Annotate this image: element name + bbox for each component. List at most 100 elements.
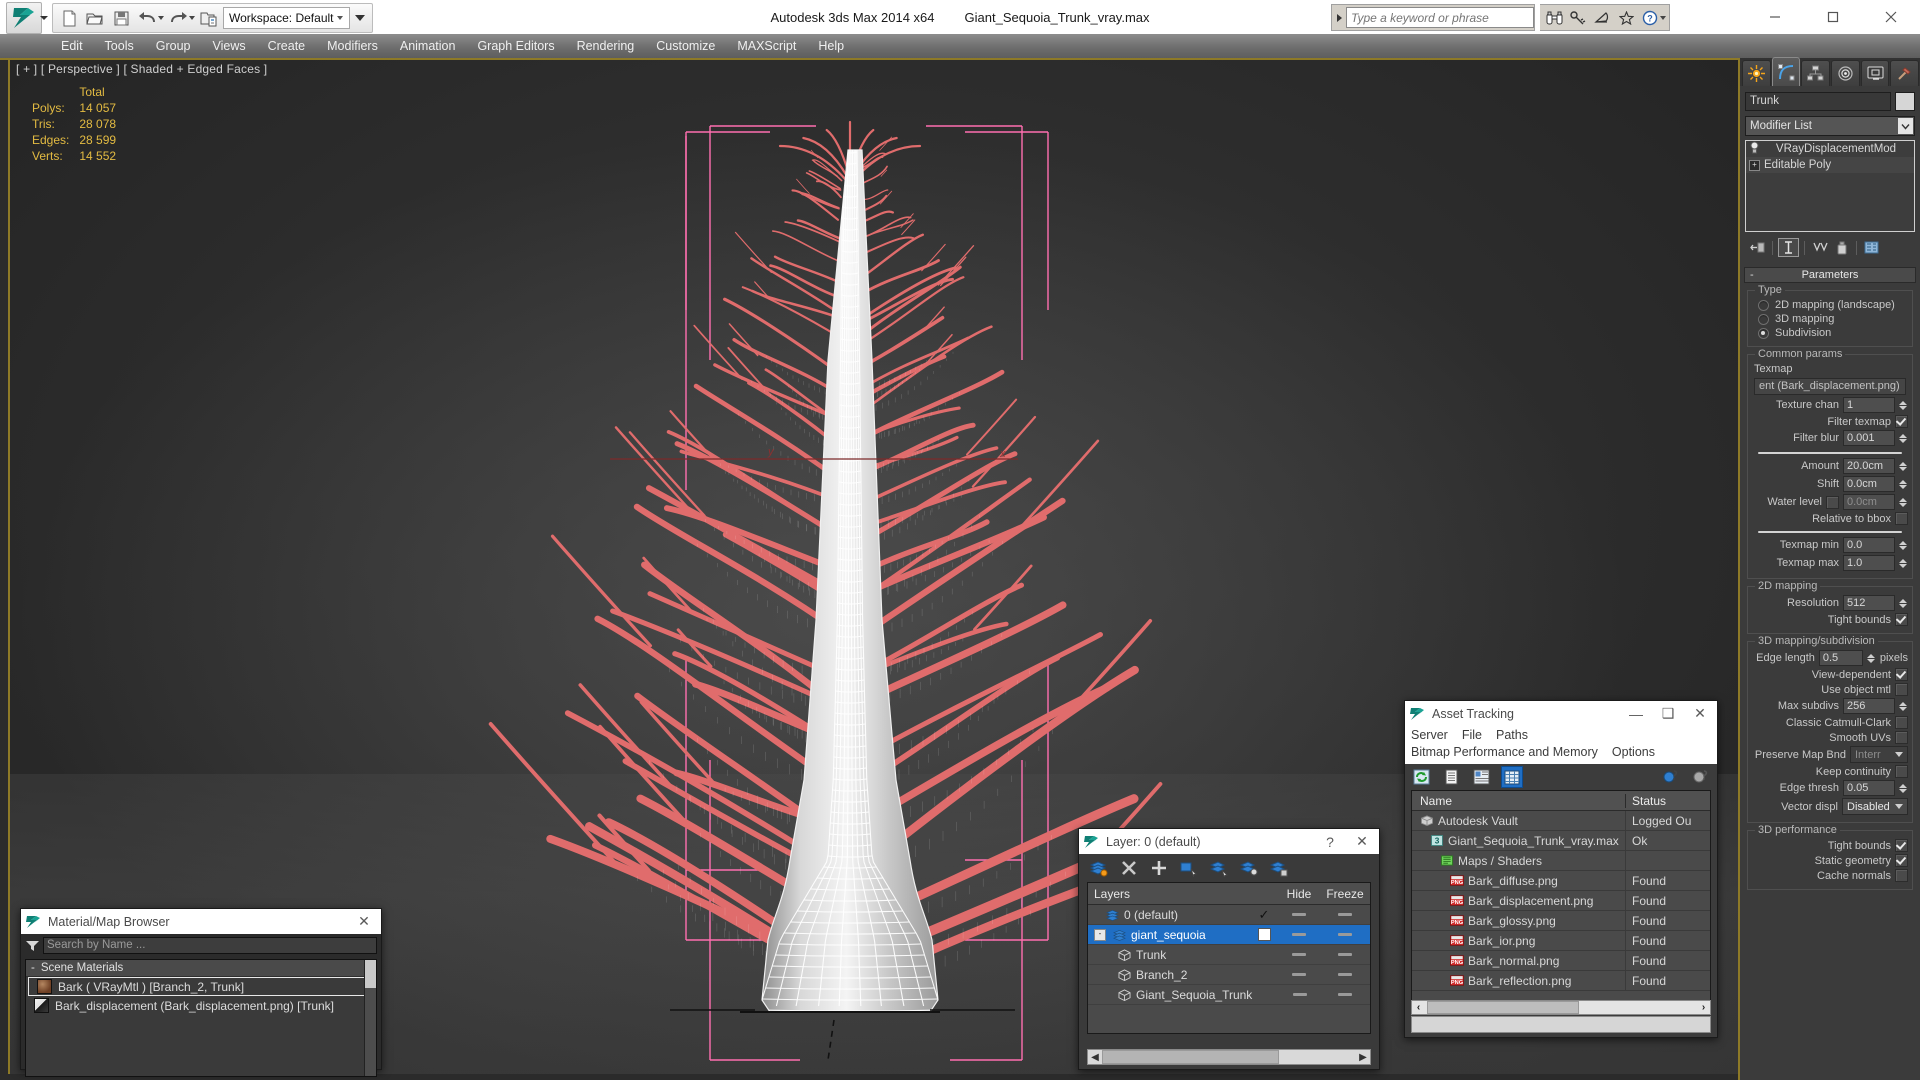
menu-item-tools[interactable]: Tools [94, 34, 145, 58]
rollout-collapse-icon[interactable]: - [1750, 269, 1754, 281]
catmull-clark-checkbox[interactable] [1895, 716, 1908, 729]
asset-row[interactable]: PNG Bark_normal.png Found [1412, 951, 1710, 971]
project-folder-button[interactable] [197, 6, 221, 30]
parameters-rollout-header[interactable]: - Parameters [1744, 267, 1916, 283]
add-asset-help-button[interactable] [1661, 767, 1681, 787]
undo-button[interactable] [135, 6, 159, 30]
layer-freeze-toggle[interactable] [1338, 993, 1353, 996]
cache-normals-checkbox[interactable] [1895, 869, 1908, 882]
modify-tab[interactable] [1771, 57, 1801, 86]
vector-displ-select[interactable]: Disabled [1842, 798, 1908, 815]
modifier-stack[interactable]: VRayDisplacementMod + Editable Poly [1745, 140, 1915, 232]
water-level-field[interactable]: 0.0cm [1843, 494, 1895, 510]
asset-menu-bitmap-performance-and-memory[interactable]: Bitmap Performance and Memory [1411, 744, 1598, 761]
add-to-layer-button[interactable] [1149, 858, 1169, 878]
display-tab[interactable] [1860, 60, 1890, 86]
smooth-uvs-checkbox[interactable] [1895, 731, 1908, 744]
layer-expander-icon[interactable]: - [1094, 928, 1106, 941]
material-list-scrollbar[interactable] [364, 960, 376, 1076]
menu-item-maxscript[interactable]: MAXScript [726, 34, 807, 58]
menu-item-create[interactable]: Create [257, 34, 317, 58]
layer-row[interactable]: 0 (default) ✓ [1088, 905, 1370, 925]
search-input[interactable] [1346, 7, 1534, 28]
static-geometry-checkbox[interactable] [1895, 854, 1908, 867]
stack-item-vraydisplacement[interactable]: VRayDisplacementMod [1746, 141, 1914, 157]
layer-active-box-icon[interactable] [1257, 928, 1271, 941]
texmap-min-field[interactable]: 0.0 [1843, 537, 1895, 553]
layer-active-check-icon[interactable]: ✓ [1259, 907, 1270, 923]
motion-tab[interactable] [1831, 60, 1860, 86]
asset-row[interactable]: PNG Bark_glossy.png Found [1412, 911, 1710, 931]
menu-item-modifiers[interactable]: Modifiers [316, 34, 389, 58]
scene-materials-group-header[interactable]: - Scene Materials [26, 960, 376, 977]
texmap-max-spinner[interactable] [1899, 556, 1908, 570]
asset-scroll-left-icon[interactable]: ‹ [1412, 1002, 1425, 1013]
filter-blur-field[interactable]: 0.001 [1843, 430, 1895, 446]
texmap-max-field[interactable]: 1.0 [1843, 555, 1895, 571]
asset-row[interactable]: PNG Bark_reflection.png Found [1412, 971, 1710, 991]
remove-modifier-button[interactable] [1832, 239, 1851, 256]
close-button[interactable] [1862, 0, 1920, 34]
menu-item-edit[interactable]: Edit [50, 34, 94, 58]
menu-item-graph-editors[interactable]: Graph Editors [466, 34, 565, 58]
menu-item-animation[interactable]: Animation [389, 34, 467, 58]
layer-horizontal-scrollbar[interactable]: ◀ ▶ [1087, 1049, 1371, 1065]
new-file-button[interactable] [57, 6, 81, 30]
redo-dropdown-icon[interactable] [189, 16, 195, 20]
texture-channel-spinner[interactable] [1899, 398, 1908, 412]
asset-tracking-dialog[interactable]: Asset Tracking — ❑ ✕ Server File Paths Bit… [1404, 700, 1718, 1038]
hierarchy-tab[interactable] [1801, 60, 1831, 86]
material-list-scroll-thumb[interactable] [365, 960, 376, 988]
water-level-checkbox[interactable] [1826, 495, 1839, 509]
lightbulb-icon[interactable] [1749, 141, 1760, 157]
layer-freeze-toggle[interactable] [1338, 953, 1352, 956]
asset-scroll-thumb[interactable] [1427, 1001, 1579, 1014]
edge-thresh-spinner[interactable] [1899, 781, 1908, 795]
configure-sets-button[interactable] [1862, 239, 1881, 256]
list-view-button[interactable] [1441, 767, 1461, 787]
use-object-mtl-checkbox[interactable] [1895, 683, 1908, 696]
favorites-star-icon[interactable] [1615, 7, 1637, 28]
create-tab[interactable] [1742, 60, 1771, 86]
save-file-button[interactable] [109, 6, 133, 30]
help-button[interactable]: ? [1639, 7, 1661, 28]
menu-item-help[interactable]: Help [807, 34, 855, 58]
make-unique-button[interactable] [1810, 239, 1829, 256]
resolution-field[interactable]: 512 [1843, 595, 1895, 611]
resolution-spinner[interactable] [1899, 596, 1908, 610]
asset-table[interactable]: Name Status Autodesk Vault Logged Ou 3 Gian… [1411, 790, 1711, 1014]
expand-plus-icon[interactable]: + [1749, 159, 1760, 171]
material-browser-close-button[interactable]: ✕ [351, 910, 377, 934]
material-item-bark[interactable]: Bark ( VRayMtl ) [Branch_2, Trunk] [28, 977, 374, 996]
asset-menu-server[interactable]: Server [1411, 727, 1448, 744]
stack-item-editablepoly[interactable]: + Editable Poly [1746, 157, 1914, 173]
material-list[interactable]: - Scene Materials Bark ( VRayMtl ) [Bran… [25, 959, 377, 1077]
maximize-button[interactable] [1804, 0, 1862, 34]
texmap-min-spinner[interactable] [1899, 538, 1908, 552]
asset-scroll-right-icon[interactable]: › [1697, 1002, 1710, 1013]
edge-thresh-field[interactable]: 0.05 [1843, 780, 1895, 796]
radio-2d-mapping[interactable]: 2D mapping (landscape) [1752, 299, 1908, 311]
pin-stack-button[interactable] [1748, 239, 1767, 256]
layer-dialog-help-button[interactable]: ? [1317, 830, 1343, 854]
texmap-button[interactable]: ent (Bark_displacement.png) [1754, 378, 1906, 395]
utilities-tab[interactable] [1890, 60, 1920, 86]
amount-spinner[interactable] [1899, 459, 1908, 473]
asset-row[interactable]: PNG Bark_diffuse.png Found [1412, 871, 1710, 891]
relative-bbox-checkbox[interactable] [1895, 512, 1908, 525]
layer-hide-toggle[interactable] [1292, 913, 1306, 916]
layer-scroll-right-icon[interactable]: ▶ [1356, 1051, 1370, 1063]
layer-row[interactable]: Giant_Sequoia_Trunk [1088, 985, 1370, 1005]
layer-hide-toggle[interactable] [1292, 953, 1306, 956]
layer-freeze-toggle[interactable] [1338, 973, 1352, 976]
layer-dialog-close-button[interactable]: ✕ [1349, 830, 1375, 854]
menu-item-customize[interactable]: Customize [645, 34, 726, 58]
asset-menu-options[interactable]: Options [1612, 744, 1655, 761]
material-map-browser-dialog[interactable]: Material/Map Browser ✕ Search by Name ..… [20, 908, 382, 1077]
filter-funnel-icon[interactable] [25, 939, 39, 953]
modifier-list-dropdown[interactable]: Modifier List [1745, 116, 1915, 136]
shift-spinner[interactable] [1899, 477, 1908, 491]
layer-scroll-left-icon[interactable]: ◀ [1088, 1051, 1102, 1063]
minimize-button[interactable] [1746, 0, 1804, 34]
undo-dropdown-icon[interactable] [158, 16, 164, 20]
